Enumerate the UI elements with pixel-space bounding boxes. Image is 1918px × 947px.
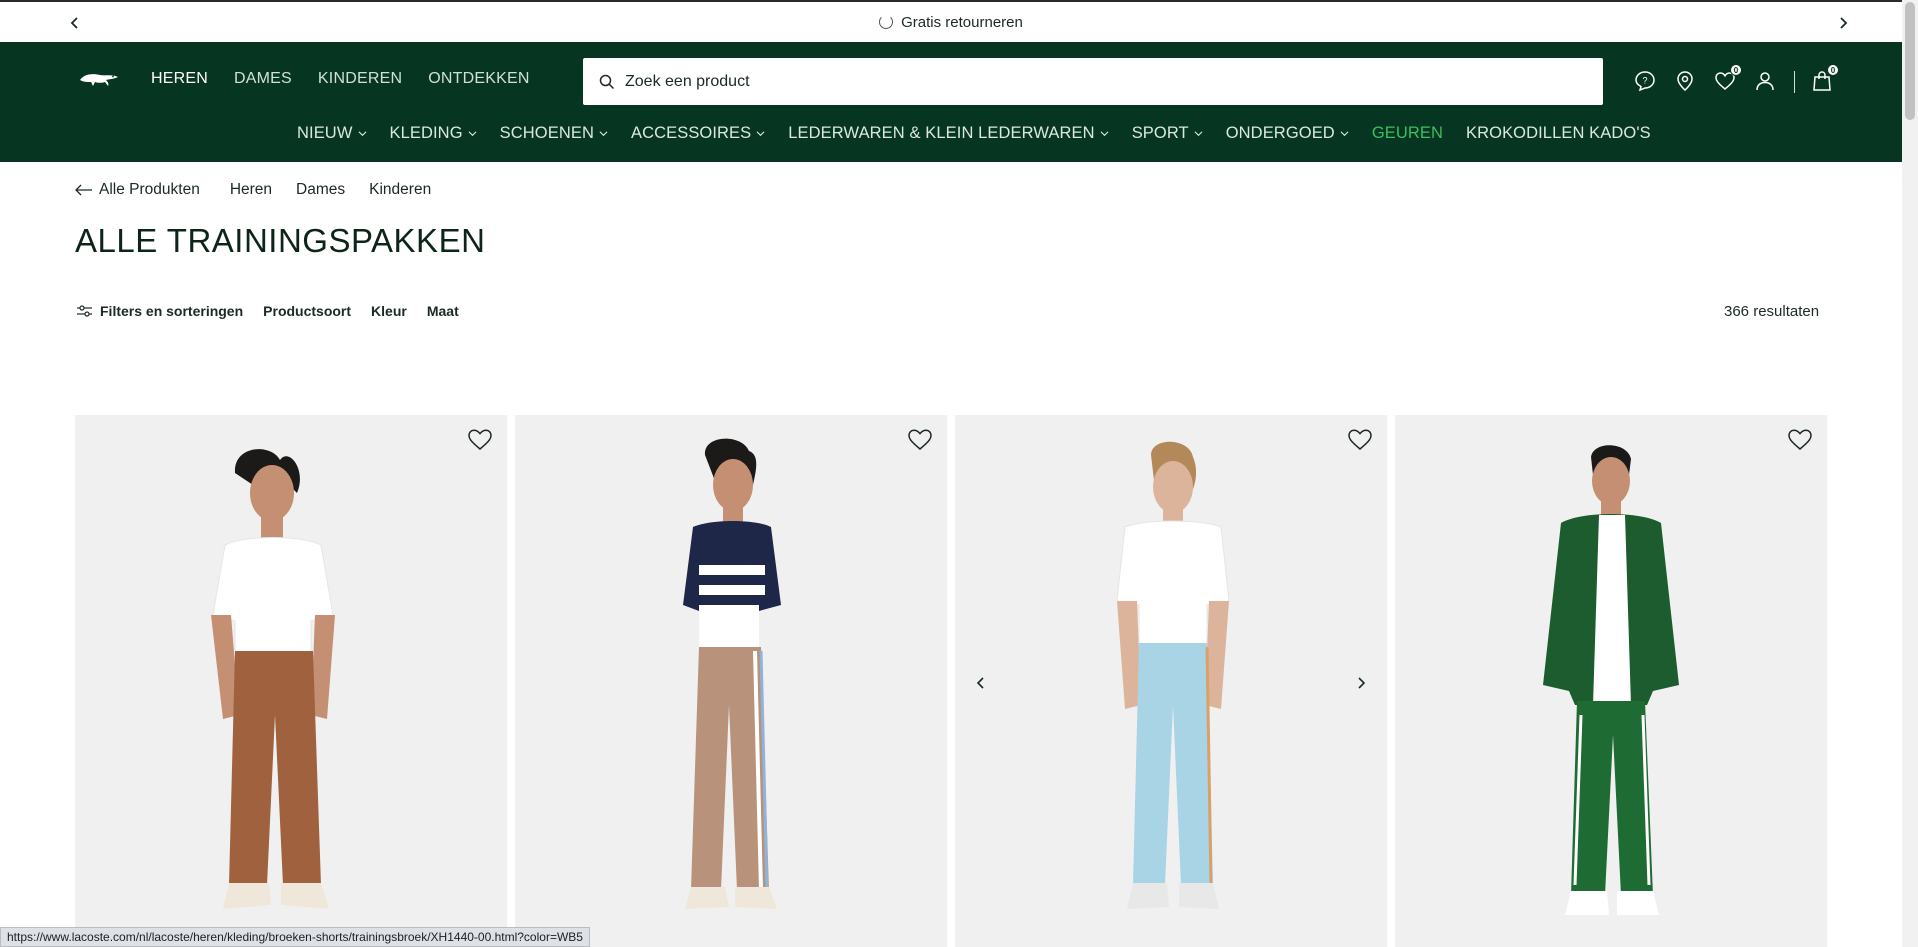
category-accessoires[interactable]: ACCESSOIRES [631,124,765,143]
add-to-wishlist-button[interactable] [467,427,493,453]
image-next-button[interactable] [1351,673,1371,693]
announcement-text: Gratis retourneren [901,13,1023,31]
cart-button[interactable]: 0 [1811,64,1839,94]
wishlist-button[interactable]: 0 [1714,64,1742,94]
category-label: SPORT [1131,124,1189,142]
back-label: Alle Produkten [99,181,200,198]
filter-maat[interactable]: Maat [427,303,459,319]
announcement-bar: Gratis retourneren [0,0,1902,42]
announcement-prev-button[interactable] [64,12,86,34]
sliders-icon [77,305,92,317]
chevron-down-icon [468,131,477,137]
category-nieuw[interactable]: NIEUW [297,124,367,143]
category-label: KROKODILLEN KADO'S [1466,124,1651,142]
heart-outline-icon [1788,429,1812,450]
gender-nav: HEREN DAMES KINDEREN ONTDEKKEN [151,70,556,88]
location-pin-icon [1677,71,1693,91]
browser-status-url: https://www.lacoste.com/nl/lacoste/heren… [0,927,590,947]
product-card[interactable] [1395,415,1827,947]
heart-outline-icon [908,429,932,450]
add-to-wishlist-button[interactable] [907,427,933,453]
filter-bar: Filters en sorteringen Productsoort Kleu… [76,303,479,319]
category-kleding[interactable]: KLEDING [390,124,477,143]
chevron-down-icon [1340,131,1349,137]
search-icon [599,74,615,89]
chevron-down-icon [756,131,765,137]
search-input[interactable] [625,72,1525,91]
product-grid [75,415,1827,947]
nav-dames[interactable]: DAMES [234,70,292,88]
header-divider [1794,71,1795,93]
lacoste-logo[interactable] [78,68,120,90]
category-ondergoed[interactable]: ONDERGOED [1226,124,1349,143]
category-label: NIEUW [297,124,353,142]
breadcrumb-link-kinderen[interactable]: Kinderen [369,181,431,199]
chevron-left-icon [976,677,984,689]
chevron-down-icon [1194,131,1203,137]
product-image-brown-track-pants [75,415,507,947]
category-nav: NIEUW KLEDING SCHOENEN ACCESSOIRES LEDER… [297,124,1674,143]
heart-outline-icon [468,429,492,450]
heart-outline-icon [1348,429,1372,450]
filter-kleur[interactable]: Kleur [371,303,407,319]
category-label: ACCESSOIRES [630,124,752,142]
announcement-next-button[interactable] [1832,12,1854,34]
breadcrumb-link-dames[interactable]: Dames [296,181,345,199]
category-label: KLEDING [389,124,463,142]
chevron-down-icon [1100,131,1109,137]
filter-productsoort[interactable]: Productsoort [263,303,351,319]
announcement-content: Gratis retourneren [879,14,1023,31]
chevron-right-icon [1840,17,1848,29]
product-image-beige-track-pants [515,415,947,947]
header-icons: ? 0 0 [1634,64,1851,94]
help-button[interactable]: ? [1634,70,1658,94]
cart-count-badge: 0 [1827,64,1839,76]
product-card[interactable] [955,415,1387,947]
category-label: SCHOENEN [499,124,594,142]
user-icon [1756,72,1774,91]
nav-heren[interactable]: HEREN [151,70,208,88]
breadcrumb-link-heren[interactable]: Heren [230,181,272,199]
chevron-down-icon [599,131,608,137]
chevron-left-icon [70,17,78,29]
arrow-left-icon [75,184,92,196]
search-bar[interactable] [583,58,1603,105]
chevron-right-icon [1358,677,1366,689]
help-chat-icon: ? [1635,71,1655,92]
image-prev-button[interactable] [971,673,991,693]
nav-kinderen[interactable]: KINDEREN [318,70,402,88]
page-title: ALLE TRAININGSPAKKEN [75,222,486,259]
svg-text:?: ? [1642,76,1647,86]
product-image-green-tracksuit [1395,415,1827,947]
category-label: ONDERGOED [1225,124,1335,142]
product-image-light-blue-track-pants [955,415,1387,947]
loading-spinner-icon [879,15,894,29]
crocodile-logo-icon [80,74,118,86]
category-krokodillen-kados[interactable]: KROKODILLEN KADO'S [1466,124,1651,143]
store-locator-button[interactable] [1674,70,1698,94]
product-card[interactable] [75,415,507,947]
site-header: HEREN DAMES KINDEREN ONTDEKKEN ? [0,42,1902,162]
category-label: GEUREN [1371,124,1444,142]
filters-label: Filters en sorteringen [100,303,244,319]
back-to-all-products-link[interactable]: Alle Produkten [75,181,200,199]
add-to-wishlist-button[interactable] [1787,427,1813,453]
category-sport[interactable]: SPORT [1132,124,1203,143]
category-lederwaren[interactable]: LEDERWAREN & KLEIN LEDERWAREN [788,124,1109,143]
account-button[interactable] [1754,70,1778,94]
wishlist-count-badge: 0 [1730,64,1742,76]
category-schoenen[interactable]: SCHOENEN [500,124,608,143]
chevron-down-icon [358,131,366,137]
filters-and-sort-button[interactable]: Filters en sorteringen [76,303,243,319]
page: Gratis retourneren HEREN DAMES KINDEREN … [0,0,1918,947]
add-to-wishlist-button[interactable] [1347,427,1373,453]
nav-ontdekken[interactable]: ONTDEKKEN [428,70,529,88]
scrollbar-thumb[interactable] [1905,2,1915,120]
category-label: LEDERWAREN & KLEIN LEDERWAREN [788,124,1095,142]
page-scrollbar[interactable] [1902,0,1918,947]
breadcrumb: Alle Produkten Heren Dames Kinderen [75,181,455,199]
category-geuren[interactable]: GEUREN [1372,124,1443,143]
product-card[interactable] [515,415,947,947]
results-count: 366 resultaten [1724,303,1820,320]
